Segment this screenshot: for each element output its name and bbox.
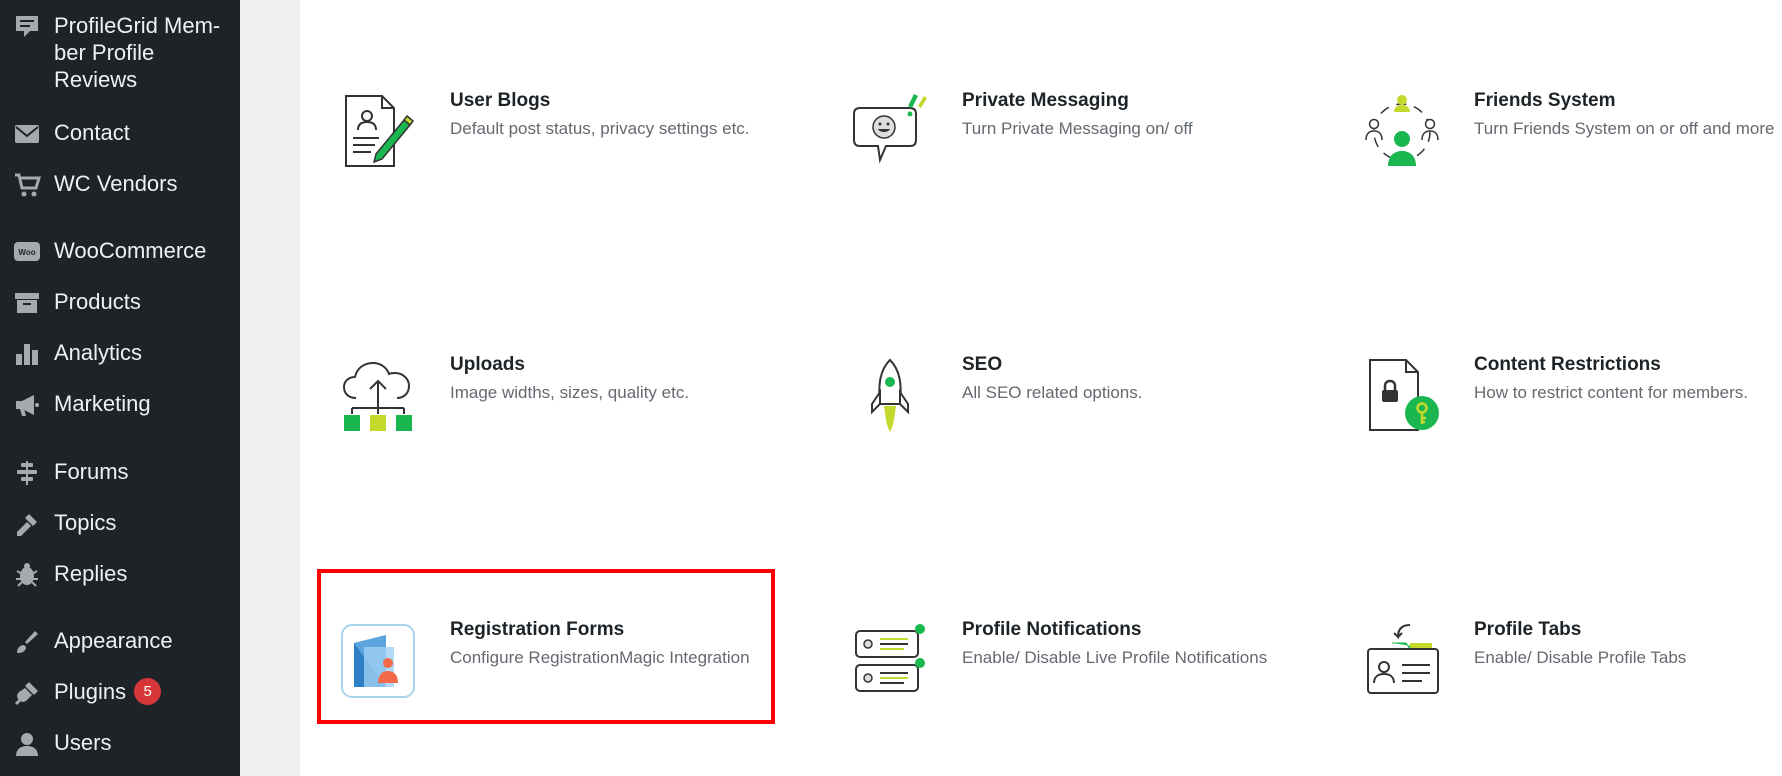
admin-sidebar: ProfileGrid Mem-ber Profile Reviews Cont… [0,0,240,776]
megaphone-icon [12,390,42,420]
card-title: Friends System [1474,90,1616,111]
plugin-icon [12,678,42,708]
topics-icon [12,509,42,539]
sidebar-item-label: Users [54,730,112,755]
archive-box-icon [12,288,42,318]
sidebar-item-label: Analytics [54,340,143,365]
card-title: Profile Tabs [1474,619,1582,640]
card-title: Uploads [450,354,525,375]
profile-notifications-icon [852,623,928,699]
profile-tabs-icon [1364,623,1440,699]
sidebar-item-label: Appearance [54,628,173,653]
settings-card-profile-notifications[interactable]: Profile Notifications Enable/ Disable Li… [812,619,1292,749]
woo-icon: Woo [12,237,42,267]
sidebar-item-label: WooCommerce [54,238,207,263]
card-description: Enable/ Disable Profile Tabs [1474,648,1687,667]
card-description: All SEO related options. [962,383,1143,402]
settings-card-user-blogs[interactable]: User Blogs Default post status, privacy … [300,90,780,220]
sidebar-item-label: Plugins [54,679,127,704]
card-title: SEO [962,354,1003,375]
card-title: Private Messaging [962,90,1129,111]
sidebar-item-label: Forums [54,459,129,484]
card-description: How to restrict content for members. [1474,383,1748,402]
settings-card-profile-tabs[interactable]: Profile Tabs Enable/ Disable Profile Tab… [1324,619,1782,749]
sidebar-item-label: Replies [54,561,128,586]
card-description: Turn Private Messaging on/ off [962,119,1193,138]
card-title: Profile Notifications [962,619,1142,640]
settings-card-seo[interactable]: SEO All SEO related options. [812,354,1292,484]
svg-text:Woo: Woo [18,248,35,257]
settings-card-content-restrictions[interactable]: Content Restrictions How to restrict con… [1324,354,1782,484]
content-restrictions-icon [1364,358,1440,434]
update-count-badge: 5 [134,677,162,705]
sidebar-item-label: Marketing [54,391,151,416]
replies-icon [12,560,42,590]
forums-icon [12,458,42,488]
card-description: Default post status, privacy settings et… [450,119,750,138]
envelope-icon [12,119,42,149]
sidebar-item-label: Topics [54,510,117,535]
friends-system-icon [1364,94,1440,170]
sidebar-item-label-with-badge: Plugins 5 [54,677,234,707]
card-title: User Blogs [450,90,551,111]
card-description: Turn Friends System on or off and more [1474,119,1775,138]
bar-chart-icon [12,339,42,369]
uploads-cloud-icon [340,358,416,434]
sidebar-item-label: WC Vendors [54,171,178,196]
cart-icon [12,170,42,200]
user-icon [12,729,42,759]
settings-card-private-messaging[interactable]: Private Messaging Turn Private Messaging… [812,90,1292,220]
highlight-annotation-box [317,569,775,724]
private-messaging-icon [852,94,928,170]
settings-card-uploads[interactable]: Uploads Image widths, sizes, quality etc… [300,354,780,484]
user-blogs-icon [340,94,416,170]
paintbrush-icon [12,627,42,657]
card-title: Content Restrictions [1474,354,1661,375]
sidebar-item-profilegrid-reviews[interactable]: ProfileGrid Mem-ber Profile Reviews [0,12,240,96]
sidebar-item-label: Contact [54,120,130,145]
card-description: Enable/ Disable Live Profile Notificatio… [962,648,1268,667]
sidebar-item-label: ProfileGrid Mem-ber Profile Reviews [54,13,221,92]
comment-icon [12,12,42,42]
settings-card-friends-system[interactable]: Friends System Turn Friends System on or… [1324,90,1782,220]
card-description: Image widths, sizes, quality etc. [450,383,690,402]
sidebar-item-label: Products [54,289,141,314]
seo-rocket-icon [852,358,928,434]
